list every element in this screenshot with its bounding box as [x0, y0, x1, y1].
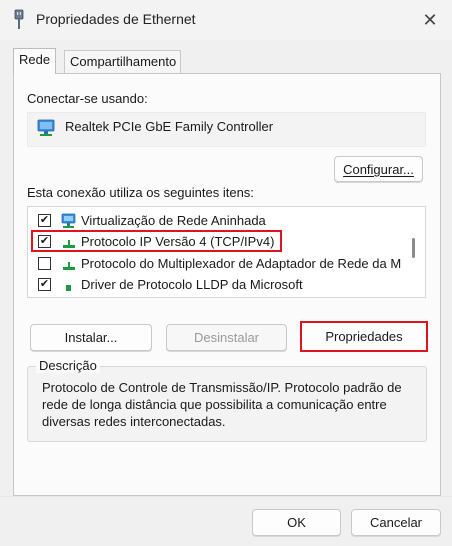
checkbox-unchecked[interactable] — [38, 257, 51, 270]
cancel-button[interactable]: Cancelar — [351, 509, 441, 536]
uninstall-button[interactable]: Desinstalar — [166, 324, 287, 351]
configure-button-label: Configurar... — [343, 161, 414, 177]
footer-divider — [0, 496, 452, 497]
list-item[interactable]: ✔ Driver de Protocolo LLDP da Microsoft — [28, 274, 412, 295]
adapter-name: Realtek PCIe GbE Family Controller — [65, 119, 274, 134]
list-item[interactable]: Protocolo do Multiplexador de Adaptador … — [28, 253, 412, 274]
description-legend: Descrição — [36, 358, 100, 373]
items-list[interactable]: ✔ Virtualização de Rede Aninhada ✔ Proto… — [27, 206, 426, 298]
install-button-label: Instalar... — [64, 330, 118, 345]
scrollbar-thumb[interactable] — [412, 238, 415, 258]
close-icon: ✕ — [422, 9, 438, 30]
properties-button-label: Propriedades — [325, 329, 403, 344]
protocol-icon — [66, 285, 71, 291]
configure-button[interactable]: Configurar... — [334, 156, 423, 182]
checkbox-checked[interactable]: ✔ — [38, 214, 51, 227]
cancel-button-label: Cancelar — [369, 515, 423, 530]
ipv4-highlight — [31, 230, 282, 252]
list-item-label: Driver de Protocolo LLDP da Microsoft — [81, 277, 303, 292]
tab-rede[interactable]: Rede — [13, 48, 57, 74]
list-item-label: Protocolo do Multiplexador de Adaptador … — [81, 256, 402, 271]
window-title: Propriedades de Ethernet — [36, 11, 196, 27]
items-label: Esta conexão utiliza os seguintes itens: — [27, 185, 254, 200]
network-adapter-icon — [61, 213, 76, 228]
ok-button-label: OK — [287, 515, 306, 530]
close-button[interactable]: ✕ — [412, 4, 448, 36]
tab-compartilhamento[interactable]: Compartilhamento — [64, 50, 181, 73]
install-button[interactable]: Instalar... — [30, 324, 152, 351]
uninstall-button-label: Desinstalar — [193, 330, 260, 345]
connect-using-label: Conectar-se usando: — [27, 91, 148, 106]
description-text: Protocolo de Controle de Transmissão/IP.… — [42, 380, 402, 429]
ethernet-plug-icon — [14, 9, 24, 29]
checkbox-checked[interactable]: ✔ — [38, 278, 51, 291]
ok-button[interactable]: OK — [252, 509, 341, 536]
list-item-label: Virtualização de Rede Aninhada — [81, 213, 266, 228]
properties-button[interactable]: Propriedades — [300, 321, 428, 352]
protocol-icon — [63, 262, 75, 270]
network-adapter-icon — [37, 119, 55, 136]
list-item[interactable]: ✔ Virtualização de Rede Aninhada — [28, 210, 412, 231]
